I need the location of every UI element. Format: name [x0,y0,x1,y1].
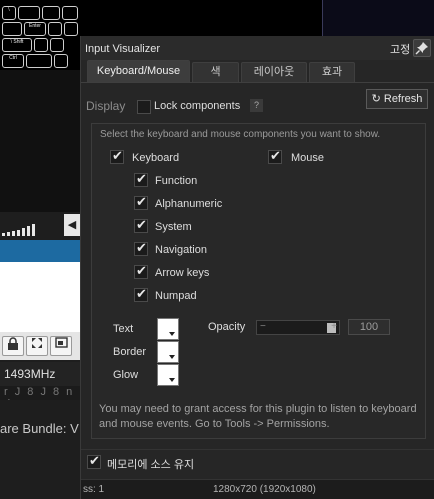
refresh-label: Refresh [383,93,423,105]
volume-meter: ◀ [0,212,80,240]
volume-bar [27,226,30,236]
slider-plus-icon: + [331,321,337,332]
lock-components-label[interactable]: Lock components [154,100,240,112]
faded-text-row: r J 8 J 8 n d [0,386,80,400]
tab-layout[interactable]: 레이아웃 [241,62,307,82]
preview-key [64,22,78,36]
arrow-keys-checkbox[interactable] [134,263,148,279]
tab-keyboard-mouse[interactable]: Keyboard/Mouse [87,60,190,82]
components-group: Select the keyboard and mouse components… [91,123,426,439]
function-checkbox[interactable] [134,171,148,187]
mouse-checkbox[interactable] [268,148,282,164]
keep-in-memory-checkbox[interactable] [87,453,101,469]
preview-key: Enter [24,22,46,36]
border-color-picker[interactable] [157,341,179,363]
frequency-readout: 1493MHz [0,362,80,386]
navigation-checkbox[interactable] [134,240,148,256]
preview-key: \ Shift [2,38,32,52]
frequency-text: 1493MHz [4,367,56,381]
volume-bar [17,230,20,236]
preview-key: Ctrl [2,54,24,68]
status-resolution: 1280x720 (1920x1080) [213,484,316,495]
glow-color-label: Glow [113,369,139,381]
preview-key [26,54,52,68]
volume-bar [22,228,25,236]
tab-divider [81,82,434,83]
preview-key [62,6,78,20]
preview-key [34,38,48,52]
pin-icon [415,42,428,55]
preview-key [50,38,64,52]
keep-in-memory-label[interactable]: 메모리에 소스 유지 [107,456,194,472]
opacity-slider[interactable]: − + [256,320,340,335]
alphanumeric-label[interactable]: Alphanumeric [155,198,222,210]
function-label[interactable]: Function [155,175,197,187]
group-header: Select the keyboard and mouse components… [100,129,381,140]
bundle-row: are Bundle: V [0,420,80,440]
faded-text: r J 8 J 8 n d [4,386,75,400]
bundle-text: are Bundle: V [0,421,79,436]
title-stripe [0,240,80,262]
permissions-note: You may need to grant access for this pl… [99,403,417,430]
border-color-label: Border [113,346,147,358]
pin-button[interactable] [413,39,431,57]
volume-bar [12,231,15,236]
glow-color-picker[interactable] [157,364,179,386]
preview-key [18,6,40,20]
panel-tabs: Keyboard/Mouse 색 레이아웃 효과 [87,60,431,82]
numpad-label[interactable]: Numpad [155,290,197,302]
refresh-button[interactable]: ↻ Refresh [366,89,428,109]
keyboard-checkbox[interactable] [110,148,124,164]
display-label: Display [86,99,126,113]
preview-key [48,22,62,36]
help-icon[interactable]: ? [250,99,263,112]
pin-label: 고정 [390,44,411,56]
opacity-value-field[interactable]: 100 [348,319,390,335]
tab-effects[interactable]: 효과 [309,62,355,82]
status-bar: ss: 1 1280x720 (1920x1080) [81,479,434,499]
preview-key [42,6,60,20]
panel-title-bar[interactable]: Input Visualizer 고정 [81,36,434,60]
keyboard-label[interactable]: Keyboard [132,152,179,164]
lock-icon[interactable] [2,336,24,356]
background-preview-strip [322,0,434,38]
navigation-label[interactable]: Navigation [155,244,207,256]
volume-bar [2,233,5,236]
numpad-checkbox[interactable] [134,286,148,302]
volume-bar [7,232,10,236]
preview-key: \ [2,6,16,20]
content-area [0,262,80,332]
status-left-text: ss: 1 [83,484,105,495]
background-toolbar [0,332,80,360]
expand-icon[interactable] [26,336,48,356]
slider-minus-icon: − [260,321,266,332]
system-label[interactable]: System [155,221,192,233]
system-checkbox[interactable] [134,217,148,233]
preview-key [54,54,68,68]
mouse-label[interactable]: Mouse [291,152,324,164]
preview-key [2,22,22,36]
opacity-label: Opacity [208,321,246,333]
volume-bar [32,224,35,236]
input-visualizer-panel: Input Visualizer 고정 Keyboard/Mouse 색 레이아… [80,36,434,499]
refresh-icon: ↻ [371,93,381,105]
alphanumeric-checkbox[interactable] [134,194,148,210]
background-panel [0,70,80,220]
speaker-icon[interactable]: ◀ [64,214,80,236]
keyboard-preview: \ Enter \ Shift Ctrl [0,0,80,70]
text-color-label: Text [113,323,134,335]
panel-title: Input Visualizer [85,43,161,55]
keep-in-memory-row: 메모리에 소스 유지 [81,449,434,473]
window-icon[interactable] [50,336,72,356]
arrow-keys-label[interactable]: Arrow keys [155,267,209,279]
tab-color[interactable]: 색 [192,62,239,82]
text-color-picker[interactable] [157,318,179,340]
lock-components-checkbox[interactable] [137,100,151,114]
